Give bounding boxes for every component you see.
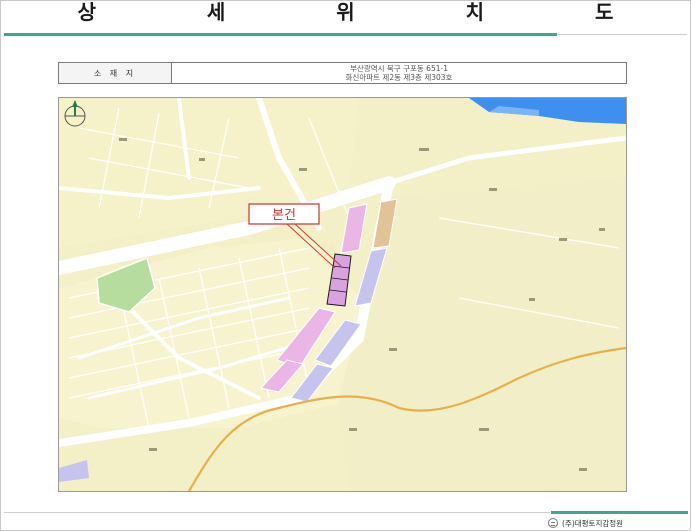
location-address: 부산광역시 북구 구포동 651-1 화신아파트 제2동 제3층 제303호	[172, 63, 626, 83]
location-label: 소 재 지	[59, 63, 172, 83]
map-canvas: 본건	[59, 98, 626, 491]
address-line-2: 화신아파트 제2동 제3층 제303호	[345, 73, 453, 82]
page-title: 상 세 위 치 도	[77, 0, 666, 24]
footer-accent-rule	[551, 511, 688, 514]
footer-brand: (주)대평토지감정원	[548, 517, 688, 529]
title-underline-extension	[557, 34, 687, 35]
location-table: 소 재 지 부산광역시 북구 구포동 651-1 화신아파트 제2동 제3층 제…	[58, 62, 627, 84]
callout-label: 본건	[272, 208, 296, 223]
company-name: (주)대평토지감정원	[562, 518, 624, 528]
title-underline	[4, 33, 557, 36]
detail-location-map: 본건	[58, 97, 627, 492]
address-line-1: 부산광역시 북구 구포동 651-1	[350, 64, 448, 73]
company-logo-icon	[548, 518, 558, 528]
footer-rule	[4, 512, 550, 513]
